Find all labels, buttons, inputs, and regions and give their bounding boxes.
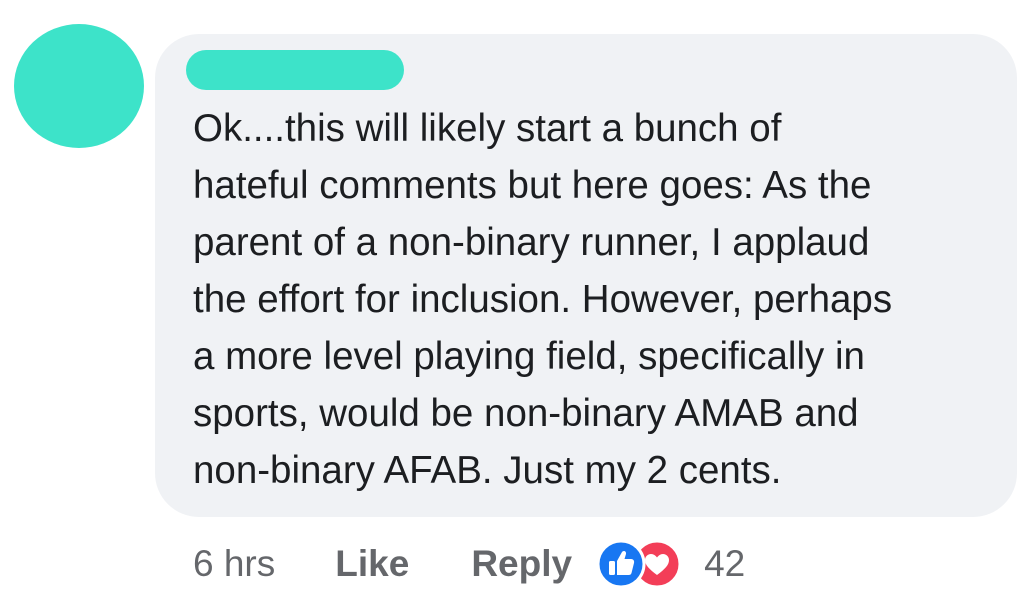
reactions-summary[interactable]: 42 xyxy=(596,539,745,589)
like-icon xyxy=(596,539,646,589)
like-button[interactable]: Like xyxy=(335,543,409,585)
reaction-count: 42 xyxy=(704,543,746,584)
comment-actions: 6 hrs Like Reply 42 xyxy=(193,534,745,594)
avatar-redacted[interactable] xyxy=(14,24,144,148)
comment-text: Ok....this will likely start a bunch of … xyxy=(193,107,893,492)
author-name-redacted[interactable] xyxy=(186,50,404,90)
timestamp[interactable]: 6 hrs xyxy=(193,543,275,585)
reaction-icons xyxy=(596,539,684,589)
reply-button[interactable]: Reply xyxy=(471,543,572,585)
comment: Ok....this will likely start a bunch of … xyxy=(0,0,1034,600)
